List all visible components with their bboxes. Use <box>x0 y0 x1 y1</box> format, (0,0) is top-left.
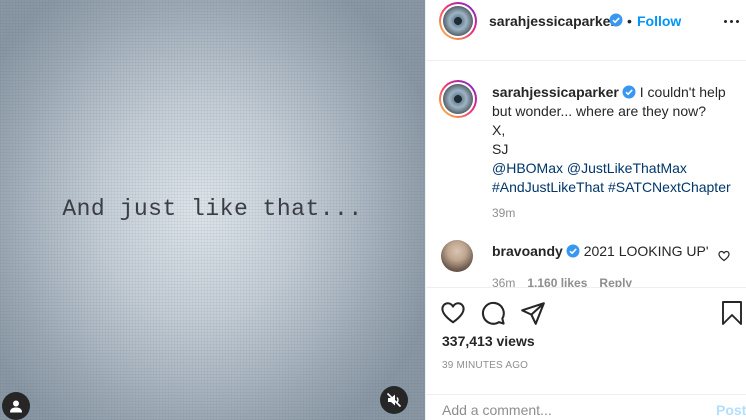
verified-badge-icon <box>622 85 636 99</box>
comment-like-icon[interactable] <box>718 250 730 262</box>
view-count[interactable]: 337,413 views <box>442 333 535 349</box>
avatar-image <box>443 6 473 36</box>
comments-section: sarahjessicaparker I couldn't help but w… <box>426 60 746 287</box>
post-details-panel: sarahjessicaparker • Follow sarahjessica… <box>425 0 746 420</box>
author-username[interactable]: sarahjessicaparker <box>489 13 616 29</box>
post-header: sarahjessicaparker • Follow <box>426 0 746 44</box>
mention-link[interactable]: @HBOMax <box>492 160 563 176</box>
composer-divider <box>426 394 746 395</box>
caption-line-2: X, <box>492 122 506 138</box>
mention-link[interactable]: @JustLikeThatMax <box>567 160 687 176</box>
hashtag-link[interactable]: #SATCNextChapter <box>608 179 731 195</box>
user-tag-button[interactable] <box>2 392 30 420</box>
post-caption: sarahjessicaparker I couldn't help but w… <box>492 83 732 197</box>
comment-input[interactable]: Add a comment... <box>442 402 552 418</box>
caption-username[interactable]: sarahjessicaparker <box>492 84 619 100</box>
follow-button[interactable]: Follow <box>637 13 681 29</box>
heart-icon[interactable] <box>440 300 466 326</box>
more-options-button[interactable] <box>724 20 739 23</box>
hashtag-link[interactable]: #AndJustLikeThat <box>492 179 604 195</box>
comment: bravoandy 2021 LOOKING UP' <box>492 243 709 259</box>
comment-body: 2021 LOOKING UP' <box>583 243 709 259</box>
more-icon <box>724 20 727 23</box>
author-avatar[interactable] <box>439 2 477 40</box>
comment-time[interactable]: 36m <box>492 276 515 287</box>
post-media[interactable]: And just like that... <box>0 0 425 420</box>
user-tag-icon <box>10 400 22 413</box>
header-separator: • <box>627 13 632 29</box>
action-bar <box>426 288 746 336</box>
commenter-username[interactable]: bravoandy <box>492 243 563 259</box>
comment-meta: 36m 1,160 likes Reply <box>492 276 644 287</box>
reply-button[interactable]: Reply <box>599 276 632 287</box>
verified-badge-icon <box>566 244 580 258</box>
verified-badge-icon <box>609 13 623 27</box>
media-caption-text: And just like that... <box>62 196 363 222</box>
mute-icon <box>386 392 402 408</box>
post-timestamp: 39 MINUTES AGO <box>442 360 529 371</box>
caption-author-avatar[interactable] <box>439 80 477 118</box>
caption-line-3: SJ <box>492 141 509 157</box>
caption-timestamp[interactable]: 39m <box>492 206 515 220</box>
save-icon[interactable] <box>720 300 744 326</box>
comment-likes[interactable]: 1,160 likes <box>527 276 587 287</box>
mute-button[interactable] <box>380 386 408 414</box>
post-comment-button[interactable]: Post <box>716 402 746 418</box>
share-icon[interactable] <box>520 300 546 326</box>
commenter-avatar[interactable] <box>441 240 473 272</box>
comment-icon[interactable] <box>480 300 506 326</box>
